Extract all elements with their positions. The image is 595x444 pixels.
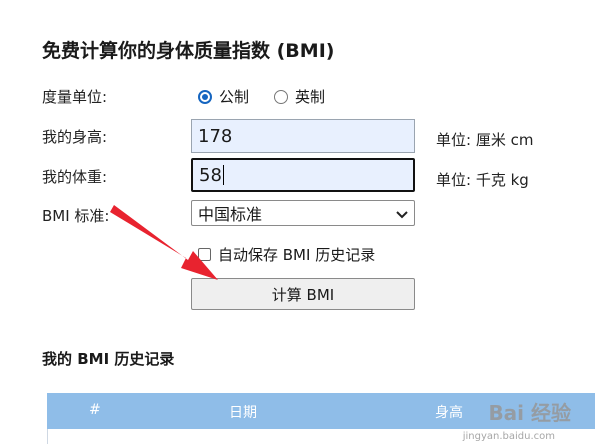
baidu-watermark: Bai 经验 [488, 401, 571, 425]
annotation-arrow [110, 205, 218, 280]
baidu-watermark-url: jingyan.baidu.com [462, 431, 555, 442]
